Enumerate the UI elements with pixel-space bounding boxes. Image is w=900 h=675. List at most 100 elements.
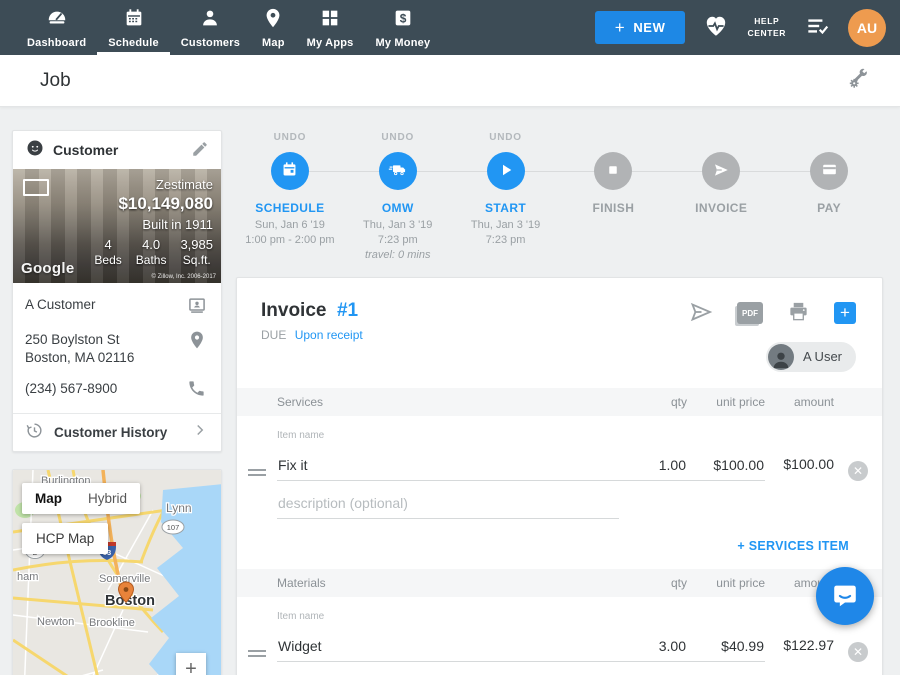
property-stats: 4 Beds 4.0 Baths 3,985 Sq.ft. <box>94 237 213 267</box>
heart-pulse-icon <box>703 13 729 42</box>
contact-card-button[interactable] <box>187 295 209 318</box>
nav-item-label: My Money <box>376 37 431 49</box>
calendar-icon <box>280 160 299 182</box>
invoice-header-right: PDF + <box>689 300 856 372</box>
undo-schedule-button[interactable]: UNDO <box>236 132 344 152</box>
customer-history-label: Customer History <box>54 425 181 440</box>
svg-text:Newton: Newton <box>37 616 74 628</box>
omw-step-button[interactable] <box>379 152 417 190</box>
due-terms-link[interactable]: Upon receipt <box>295 328 363 342</box>
drag-handle[interactable] <box>248 466 266 479</box>
help-center-button[interactable]: HELP CENTER <box>747 16 786 39</box>
customer-name-row: A Customer <box>25 295 209 318</box>
services-section-header: Services qty unit price amount <box>237 388 882 416</box>
step-schedule: UNDO SCHEDULE Sun, Jan 6 '191:00 pm - 2:… <box>236 132 344 263</box>
material-price-input[interactable] <box>687 636 765 662</box>
map-type-hybrid-button[interactable]: Hybrid <box>75 483 140 514</box>
call-button[interactable] <box>187 379 209 401</box>
schedule-calendar-icon <box>123 7 145 34</box>
svg-text:ham: ham <box>17 571 38 583</box>
zestimate-value: $10,149,080 <box>94 194 213 214</box>
address-map-button[interactable] <box>187 330 209 353</box>
page-header: Job <box>0 55 900 107</box>
item-name-label: Item name <box>277 430 619 441</box>
dashboard-gauge-icon <box>46 7 68 34</box>
edit-customer-button[interactable] <box>191 140 209 161</box>
pdf-button[interactable]: PDF <box>737 302 763 324</box>
nav-item-schedule[interactable]: Schedule <box>97 0 170 55</box>
customer-card-header: Customer <box>13 131 221 169</box>
service-description-input[interactable] <box>277 493 619 519</box>
job-progress-steps: UNDO SCHEDULE Sun, Jan 6 '191:00 pm - 2:… <box>236 132 883 263</box>
finish-step-button[interactable] <box>594 152 632 190</box>
zillow-attribution: © Zillow, Inc. 2006-2017 <box>152 274 216 280</box>
nav-item-my-apps[interactable]: My Apps <box>296 0 365 55</box>
step-start: UNDO START Thu, Jan 3 '197:23 pm <box>452 132 560 263</box>
health-heart-pulse-button[interactable] <box>703 13 729 42</box>
service-qty-input[interactable] <box>619 455 687 481</box>
service-name-input[interactable] <box>277 455 619 481</box>
item-name-label: Item name <box>277 611 619 622</box>
nav-item-my-money[interactable]: $ My Money <box>365 0 442 55</box>
customer-address: 250 Boylston St Boston, MA 02116 <box>25 330 187 367</box>
job-tools-button[interactable] <box>846 67 870 94</box>
hcp-map-button[interactable]: HCP Map <box>22 523 108 554</box>
remove-material-button[interactable]: ✕ <box>848 642 868 662</box>
invoice-step-button[interactable] <box>702 152 740 190</box>
help-center-line2: CENTER <box>747 28 786 39</box>
property-photo[interactable]: Zestimate $10,149,080 Built in 1911 4 Be… <box>13 169 221 283</box>
phone-icon <box>187 379 206 401</box>
map-type-map-button[interactable]: Map <box>22 483 75 514</box>
start-step-button[interactable] <box>487 152 525 190</box>
svg-text:Lynn: Lynn <box>166 501 192 515</box>
step-dates: Sun, Jan 6 '191:00 pm - 2:00 pm <box>236 218 344 248</box>
avatar-initials: AU <box>857 20 877 36</box>
print-button[interactable] <box>787 300 810 326</box>
activity-list-button[interactable] <box>804 13 830 42</box>
user-avatar[interactable]: AU <box>848 9 886 47</box>
step-label: SCHEDULE <box>236 201 344 215</box>
step-invoice: INVOICE <box>667 132 775 263</box>
new-button[interactable]: + NEW <box>595 11 686 44</box>
built-year: Built in 1911 <box>94 217 213 232</box>
material-qty-input[interactable] <box>619 636 687 662</box>
play-icon <box>497 161 515 182</box>
pdf-icon: PDF <box>737 302 763 324</box>
wrench-gear-icon <box>846 67 870 94</box>
col-amount: amount <box>765 395 834 409</box>
customers-person-icon <box>199 7 221 34</box>
send-invoice-button[interactable] <box>689 300 713 327</box>
help-center-line1: HELP <box>747 16 786 27</box>
main-column: UNDO SCHEDULE Sun, Jan 6 '191:00 pm - 2:… <box>236 130 883 675</box>
customer-phone: (234) 567-8900 <box>25 379 187 398</box>
assigned-user-chip[interactable]: A User <box>766 342 856 372</box>
customer-card-title: Customer <box>53 142 183 158</box>
undo-omw-button[interactable]: UNDO <box>344 132 452 152</box>
drag-handle[interactable] <box>248 647 266 660</box>
remove-service-button[interactable]: ✕ <box>848 461 868 481</box>
add-invoice-item-button[interactable]: + <box>834 302 856 324</box>
customer-card: Customer Zestimate $10,149,080 Built in … <box>12 130 222 452</box>
google-watermark: Google <box>21 260 74 277</box>
contact-card-icon <box>187 295 207 318</box>
step-label: PAY <box>775 201 883 215</box>
top-navbar: Dashboard Schedule Customers Map My Apps <box>0 0 900 55</box>
service-price-input[interactable] <box>687 455 765 481</box>
nav-item-map[interactable]: Map <box>251 0 296 55</box>
nav-item-label: Customers <box>181 37 240 49</box>
nav-item-dashboard[interactable]: Dashboard <box>16 0 97 55</box>
section-title: Services <box>277 395 619 409</box>
chat-messenger-button[interactable] <box>816 567 874 625</box>
invoice-card: Invoice #1 DUE Upon receipt <box>236 277 883 675</box>
schedule-step-button[interactable] <box>271 152 309 190</box>
apps-grid-icon <box>319 7 341 34</box>
pay-step-button[interactable] <box>810 152 848 190</box>
undo-start-button[interactable]: UNDO <box>452 132 560 152</box>
customer-history-row[interactable]: Customer History <box>13 413 221 451</box>
stat-sqft: 3,985 Sq.ft. <box>180 237 213 267</box>
add-services-item-link[interactable]: + SERVICES ITEM <box>737 539 849 553</box>
send-plane-icon <box>712 161 730 182</box>
nav-item-customers[interactable]: Customers <box>170 0 251 55</box>
material-name-input[interactable] <box>277 636 619 662</box>
map-zoom-in-button[interactable]: + <box>176 653 206 675</box>
